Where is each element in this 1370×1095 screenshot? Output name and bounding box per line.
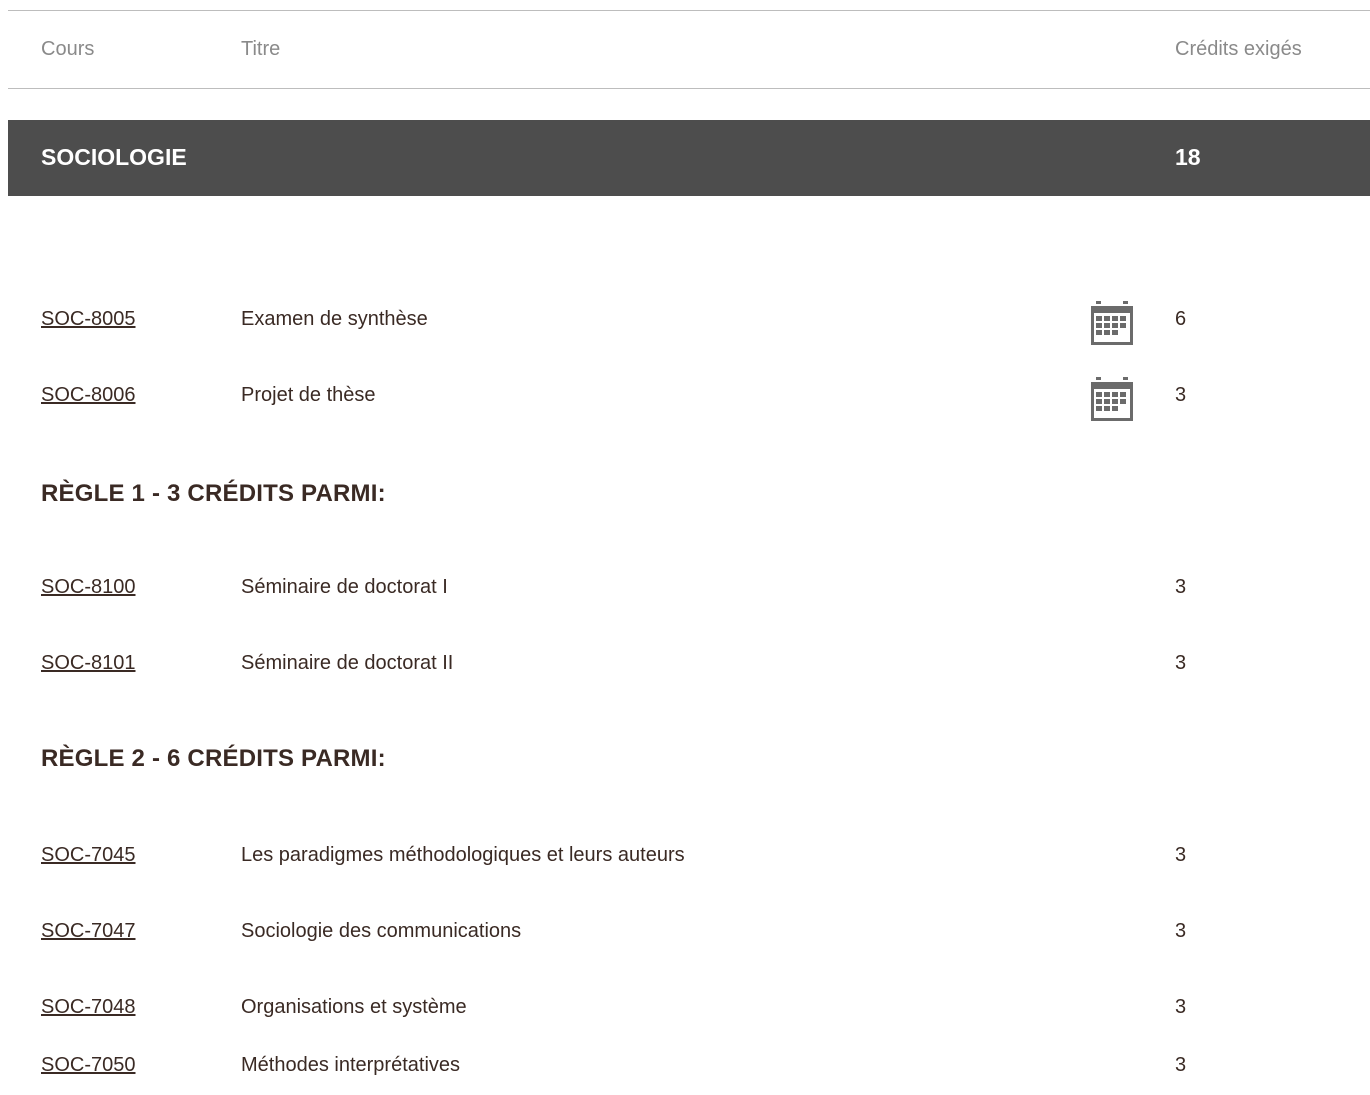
course-credits: 3 [1175, 384, 1187, 406]
course-row: SOC-7045 Les paradigmes méthodologiques … [0, 836, 1370, 876]
course-title: Organisations et système [241, 996, 467, 1018]
rule-2-title: RÈGLE 2 - 6 CRÉDITS PARMI: [41, 745, 386, 772]
course-code-link[interactable]: SOC-8100 [41, 576, 136, 599]
header-top-divider [8, 10, 1370, 11]
column-header-credits: Crédits exigés [1175, 38, 1302, 60]
course-code-link[interactable]: SOC-7048 [41, 996, 136, 1019]
course-title: Méthodes interprétatives [241, 1054, 461, 1076]
course-title: Les paradigmes méthodologiques et leurs … [241, 844, 685, 866]
course-title: Séminaire de doctorat I [241, 576, 448, 598]
section-name: SOCIOLOGIE [41, 144, 187, 170]
course-credits: 3 [1175, 1054, 1187, 1076]
section-header-bar: SOCIOLOGIE 18 [8, 120, 1370, 196]
course-code-link[interactable]: SOC-7050 [41, 1054, 136, 1077]
course-row: SOC-7047 Sociologie des communications 3 [0, 912, 1370, 952]
course-row: SOC-7048 Organisations et système 3 [0, 988, 1370, 1028]
course-row: SOC-8006 Projet de thèse 3 [0, 376, 1370, 421]
calendar-icon[interactable] [1090, 300, 1134, 346]
calendar-icon[interactable] [1090, 376, 1134, 422]
course-credits: 6 [1175, 308, 1187, 330]
course-code-link[interactable]: SOC-7047 [41, 920, 136, 943]
course-code-link[interactable]: SOC-8005 [41, 308, 136, 331]
column-header-course: Cours [41, 38, 95, 60]
course-title: Sociologie des communications [241, 920, 522, 942]
course-code-link[interactable]: SOC-8101 [41, 652, 136, 675]
course-code-link[interactable]: SOC-8006 [41, 384, 136, 407]
course-row: SOC-8100 Séminaire de doctorat I 3 [0, 568, 1370, 608]
course-title: Séminaire de doctorat II [241, 652, 454, 674]
course-credits: 3 [1175, 652, 1187, 674]
section-credits: 18 [1175, 144, 1201, 170]
header-bottom-divider [8, 88, 1370, 89]
course-credits: 3 [1175, 996, 1187, 1018]
rule-1-title: RÈGLE 1 - 3 CRÉDITS PARMI: [41, 480, 386, 507]
course-credits: 3 [1175, 920, 1187, 942]
course-credits: 3 [1175, 844, 1187, 866]
course-credits: 3 [1175, 576, 1187, 598]
course-title: Projet de thèse [241, 384, 376, 406]
course-row: SOC-7050 Méthodes interprétatives 3 [0, 1046, 1370, 1086]
course-code-link[interactable]: SOC-7045 [41, 844, 136, 867]
course-title: Examen de synthèse [241, 308, 428, 330]
column-header-title: Titre [241, 38, 281, 60]
course-row: SOC-8101 Séminaire de doctorat II 3 [0, 644, 1370, 684]
course-row: SOC-8005 Examen de synthèse 6 [0, 300, 1370, 345]
